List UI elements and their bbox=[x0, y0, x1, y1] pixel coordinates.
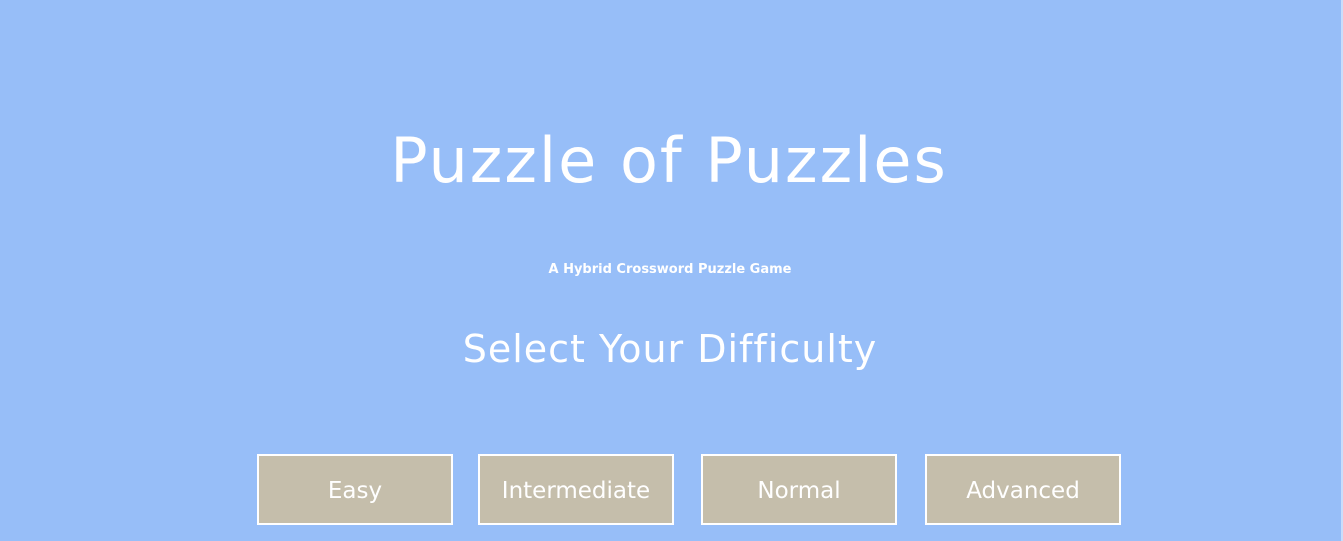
easy-button[interactable]: Easy bbox=[257, 454, 453, 525]
difficulty-prompt: Select Your Difficulty bbox=[462, 327, 878, 371]
game-subtitle: A Hybrid Crossword Puzzle Game bbox=[548, 262, 792, 277]
start-screen: Puzzle of Puzzles A Hybrid Crossword Puz… bbox=[0, 0, 1343, 541]
game-title: Puzzle of Puzzles bbox=[390, 124, 948, 197]
intermediate-button[interactable]: Intermediate bbox=[478, 454, 674, 525]
normal-button[interactable]: Normal bbox=[701, 454, 897, 525]
advanced-button[interactable]: Advanced bbox=[925, 454, 1121, 525]
